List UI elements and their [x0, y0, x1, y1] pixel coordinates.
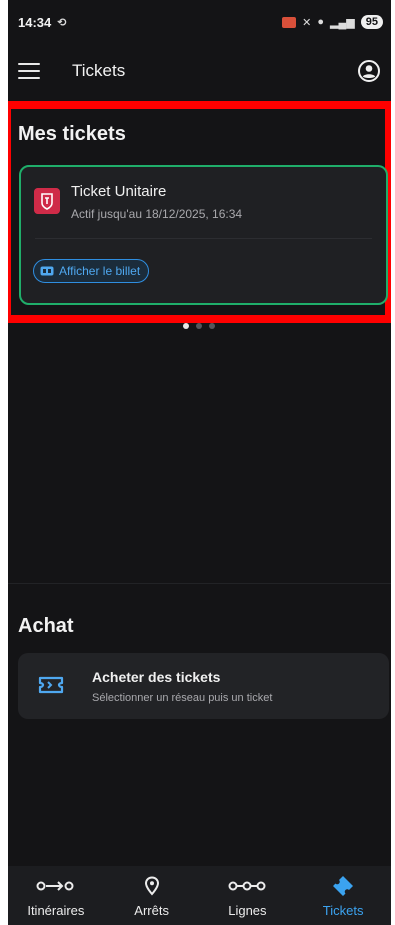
my-tickets-title: Mes tickets	[18, 123, 126, 145]
page-dot[interactable]	[209, 323, 215, 329]
menu-icon[interactable]	[18, 63, 40, 79]
status-time: 14:34	[18, 14, 52, 30]
route-icon	[36, 881, 74, 891]
nav-item-arrets[interactable]: Arrêts	[104, 866, 200, 925]
buy-tickets-title: Acheter des tickets	[92, 669, 221, 685]
signal-icon: ▂▄▆	[330, 16, 355, 29]
my-tickets-section: Mes tickets Ticket Unitaire Actif jusqu'…	[8, 101, 391, 323]
mute-icon: ✕	[302, 16, 312, 29]
divider	[35, 238, 372, 239]
page-indicator	[183, 323, 215, 329]
nav-label-lignes: Lignes	[228, 903, 267, 918]
page-title: Tickets	[72, 61, 126, 80]
page-dot[interactable]	[196, 323, 202, 329]
show-ticket-label: Afficher le billet	[59, 264, 141, 278]
ticket-nav-icon	[333, 876, 354, 896]
ticket-icon	[38, 676, 64, 694]
location-pin-icon	[144, 876, 159, 896]
nav-item-lignes[interactable]: Lignes	[200, 866, 296, 925]
buy-tickets-subtitle: Sélectionner un réseau puis un ticket	[92, 692, 273, 704]
bottom-navigation: Itinéraires Arrêts Lignes Tickets	[8, 866, 391, 925]
purchase-title: Achat	[18, 615, 74, 637]
buy-tickets-button[interactable]: Acheter des tickets Sélectionner un rése…	[18, 653, 389, 719]
qr-ticket-icon	[40, 266, 54, 276]
status-bar: 14:34 ⟲ ✕ ● ▂▄▆ 95	[8, 0, 391, 44]
ticket-validity: Actif jusqu'au 18/12/2025, 16:34	[71, 207, 243, 221]
nav-label-itineraires: Itinéraires	[27, 903, 85, 918]
battery-badge: 95	[360, 15, 383, 29]
ticket-card[interactable]: Ticket Unitaire Actif jusqu'au 18/12/202…	[19, 165, 388, 305]
phone-screen: 14:34 ⟲ ✕ ● ▂▄▆ 95 Tickets Mes tickets T…	[8, 0, 391, 925]
network-logo-icon	[34, 188, 60, 214]
ticket-name: Ticket Unitaire	[71, 183, 167, 200]
nav-item-itineraires[interactable]: Itinéraires	[8, 866, 104, 925]
lines-icon	[228, 881, 266, 891]
app-bar: Tickets	[8, 48, 391, 94]
nav-label-tickets: Tickets	[322, 903, 364, 918]
section-separator	[8, 583, 391, 584]
show-ticket-button[interactable]: Afficher le billet	[33, 259, 150, 283]
nav-item-tickets[interactable]: Tickets	[295, 866, 391, 925]
nav-label-arrets: Arrêts	[134, 903, 169, 918]
location-icon: ●	[317, 16, 325, 28]
account-icon[interactable]	[357, 59, 381, 83]
cast-icon	[282, 16, 297, 28]
sync-icon: ⟲	[57, 16, 67, 29]
page-dot-active[interactable]	[183, 323, 189, 329]
